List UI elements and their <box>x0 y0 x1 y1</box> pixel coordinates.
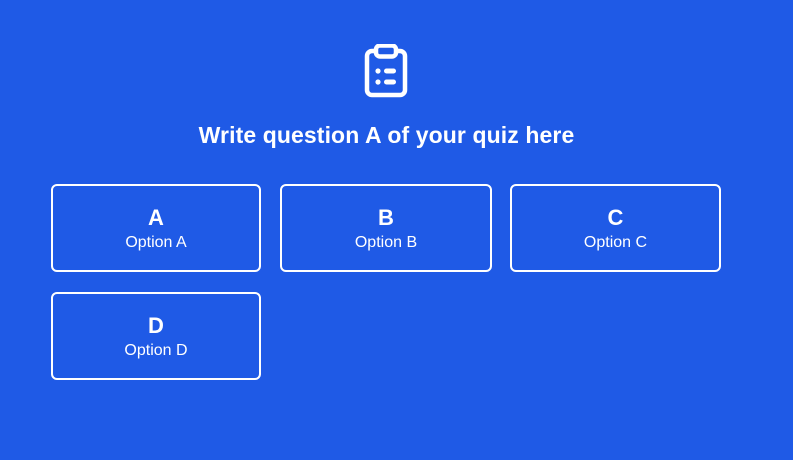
option-letter: C <box>607 205 624 230</box>
option-c-button[interactable]: C Option C <box>510 184 721 272</box>
option-d-button[interactable]: D Option D <box>51 292 261 380</box>
clipboard-list-icon <box>364 44 408 98</box>
option-label: Option A <box>125 234 187 251</box>
option-letter: B <box>378 205 394 230</box>
option-label: Option D <box>124 342 188 359</box>
option-a-button[interactable]: A Option A <box>51 184 261 272</box>
option-letter: A <box>148 205 164 230</box>
option-letter: D <box>148 313 164 338</box>
option-label: Option B <box>354 234 418 251</box>
option-label: Option C <box>583 234 648 251</box>
option-b-button[interactable]: B Option B <box>280 184 492 272</box>
question-title: Write question A of your quiz here <box>198 122 575 148</box>
